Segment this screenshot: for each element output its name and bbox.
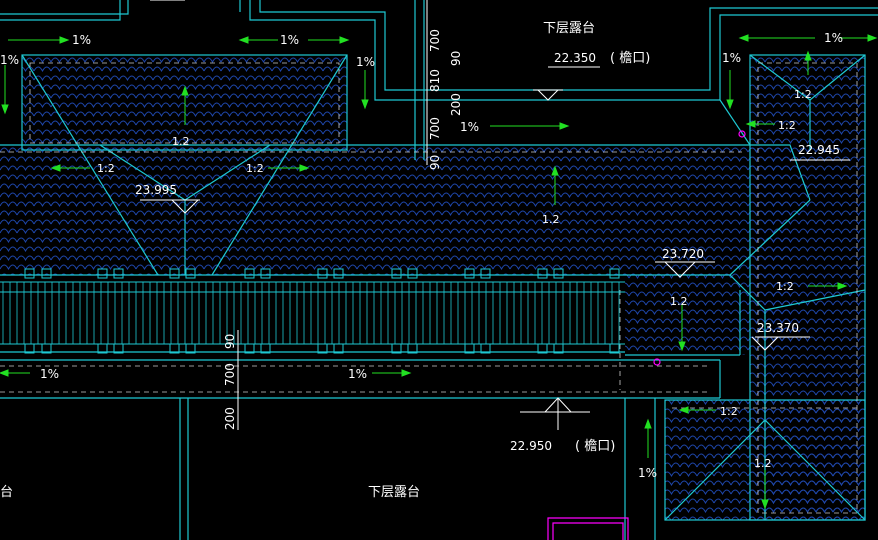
slope-label: 1:2 [778, 119, 796, 132]
slope-label: 1:2 [97, 162, 115, 175]
slope-label: 1:2 [246, 162, 264, 175]
ridge-left-elevation: 23.995 [135, 183, 177, 197]
slope-label: 1% [460, 120, 479, 134]
eave-top-note: ( 檐口) [610, 51, 650, 66]
slope-label: 1% [72, 33, 91, 47]
dim-label: 90 [428, 155, 442, 170]
dim-label: 700 [428, 117, 442, 140]
slope-label: 1.2 [172, 135, 190, 148]
terrace-label-left-cut: 台 [0, 485, 13, 500]
slope-label: 1.2 [754, 457, 772, 470]
ridge-mid-elevation: 23.720 [662, 247, 704, 261]
top-right-elevation: 22.945 [798, 143, 840, 157]
slope-label: 1% [824, 31, 843, 45]
eave-bottom-elevation: 22.950 [510, 439, 552, 453]
slope-label: 1% [348, 367, 367, 381]
terrace-label-top: 下层露台 [543, 21, 595, 36]
slope-label: 1% [280, 33, 299, 47]
balustrade [0, 268, 625, 354]
slope-label: 1:2 [794, 88, 812, 101]
dim-label: 90 [223, 334, 237, 349]
dim-label: 700 [428, 29, 442, 52]
roof-plan-drawing: 下层露台 下层露台 台 22.350 ( 檐口) 22.950 ( 檐口) 23… [0, 0, 878, 540]
dim-label: 90 [449, 51, 463, 66]
eave-bottom-note: ( 檐口) [575, 439, 615, 454]
slope-label: 1% [722, 51, 741, 65]
dim-label: 810 [428, 69, 442, 92]
slope-label: 1.2 [542, 213, 560, 226]
slope-label: 1% [638, 466, 657, 480]
terrace-label-bottom: 下层露台 [368, 485, 420, 500]
slope-label: 1% [356, 55, 375, 69]
eave-top-elevation: 22.350 [554, 51, 596, 65]
slope-label: 1% [40, 367, 59, 381]
ridge-right-elevation: 23.370 [757, 321, 799, 335]
slope-label: 1:2 [720, 405, 738, 418]
slope-label: 1.2 [670, 295, 688, 308]
dim-label: 700 [223, 363, 237, 386]
slope-label: 1% [0, 53, 19, 67]
dim-label: 200 [449, 93, 463, 116]
slope-label: 1:2 [776, 280, 794, 293]
dim-label: 200 [223, 407, 237, 430]
